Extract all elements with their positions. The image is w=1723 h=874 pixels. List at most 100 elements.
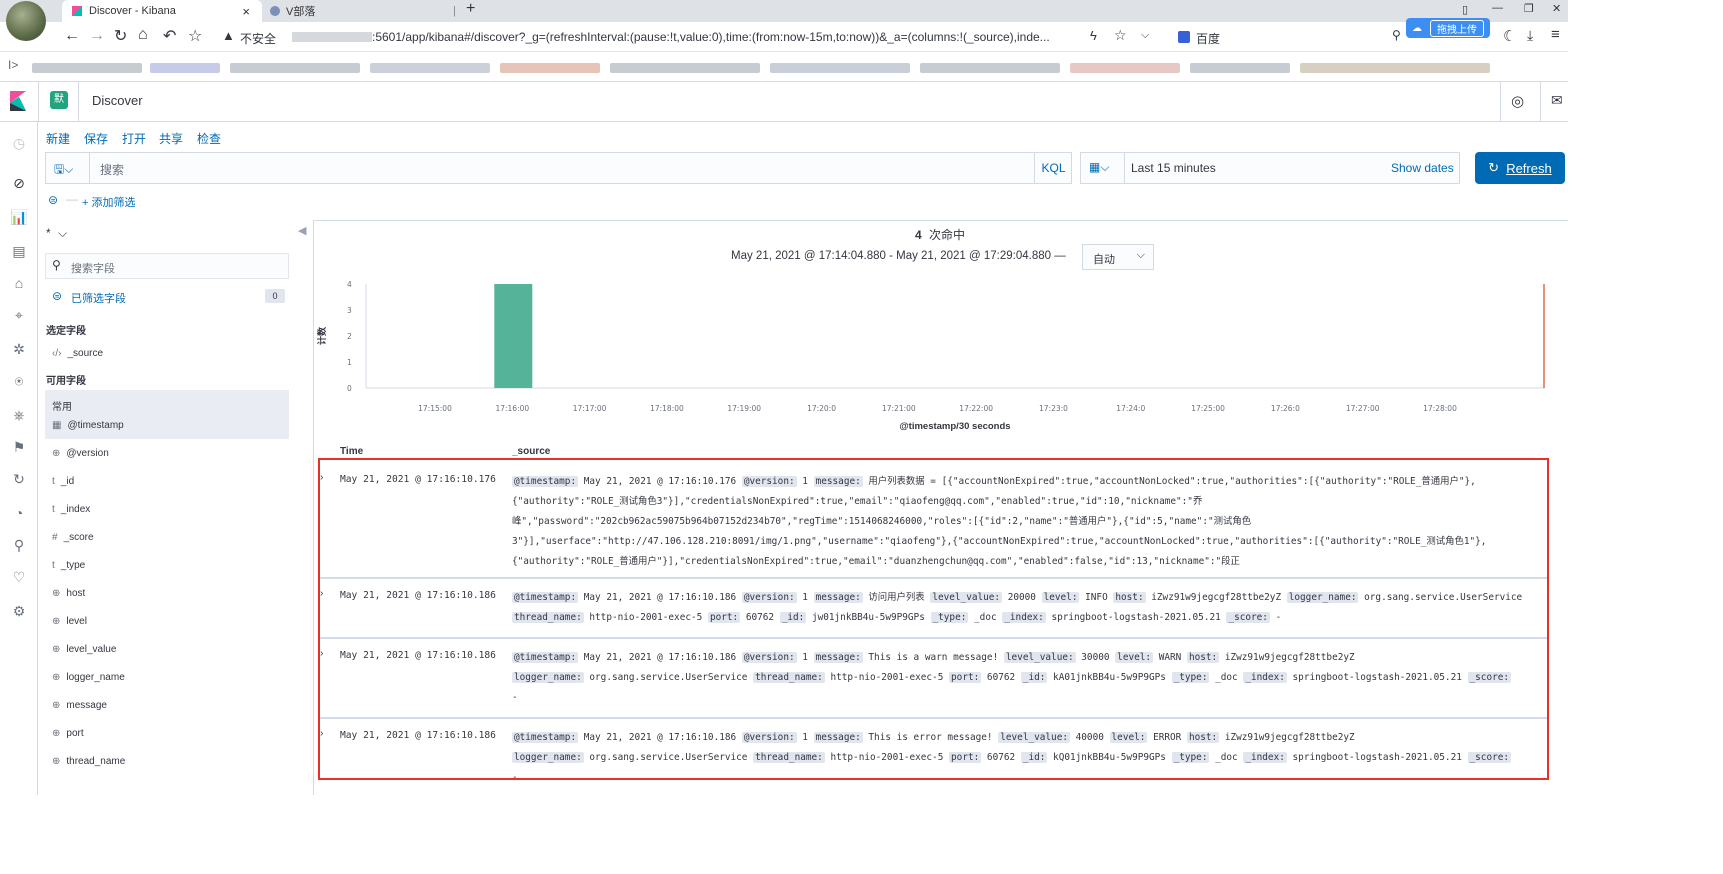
bookmark-star-icon[interactable]: ☆ (188, 26, 202, 46)
show-dates-link[interactable]: Show dates (1391, 161, 1454, 175)
field-item[interactable]: t _index (52, 504, 90, 515)
favorite-star-icon[interactable]: ☆ (1114, 27, 1127, 44)
chevron-down-icon[interactable]: ⌵ (1141, 29, 1149, 42)
menu-open[interactable]: 打开 (122, 130, 146, 147)
field-type-icon: ⊕ (52, 672, 61, 683)
dashboard-icon[interactable]: ▤ (10, 242, 28, 260)
filtered-fields-toggle[interactable]: 已筛选字段 (71, 290, 126, 306)
bookmark-blurred[interactable] (770, 63, 910, 73)
query-input[interactable]: 搜索 (100, 161, 1030, 178)
field-item[interactable]: ⊕ host (52, 588, 85, 599)
bookmarks-toggle-icon[interactable]: I> (8, 58, 18, 72)
monitoring-icon[interactable]: ⚲ (10, 536, 28, 554)
interval-select[interactable]: 自动 ⌵ (1082, 244, 1154, 270)
download-icon[interactable]: ⤓ (1527, 27, 1533, 44)
field-item[interactable]: ⊕ logger_name (52, 672, 125, 683)
window-restore-icon[interactable]: ▯ (1462, 3, 1468, 16)
filter-options-icon[interactable]: ⊜ (48, 193, 58, 207)
mail-icon[interactable]: ✉ (1551, 92, 1563, 109)
bookmark-blurred[interactable] (1190, 63, 1290, 73)
bookmark-blurred[interactable] (500, 63, 600, 73)
help-icon[interactable]: ◎ (1511, 92, 1524, 110)
field-type-icon: t (52, 560, 55, 571)
bookmark-blurred[interactable] (32, 63, 142, 73)
recently-viewed-icon[interactable]: ◷ (10, 134, 28, 152)
profile-avatar[interactable] (6, 1, 46, 41)
date-range-label[interactable]: Last 15 minutes (1131, 161, 1216, 175)
menu-save[interactable]: 保存 (84, 130, 108, 147)
kibana-logo-icon[interactable] (10, 91, 26, 111)
column-header-time[interactable]: Time (340, 446, 363, 457)
browser-toolbar: ← → ↻ ⌂ ↶ ☆ ▲ 不安全 :5601/app/kibana#/disc… (0, 18, 1568, 52)
tab-title: V部落 (286, 6, 316, 18)
tab-v-buluo[interactable]: V部落 | (266, 0, 456, 22)
field-item[interactable]: ⊕ port (52, 728, 84, 739)
tab-discover-kibana[interactable]: Discover - Kibana × (62, 0, 262, 22)
canvas-icon[interactable]: ⌂ (10, 274, 28, 292)
moon-icon[interactable]: ☾ (1503, 27, 1516, 45)
field-timestamp[interactable]: ▦ @timestamp (52, 420, 124, 431)
new-tab-button[interactable]: + (466, 0, 475, 18)
kql-button[interactable]: KQL (1034, 153, 1072, 183)
window-minimize-icon[interactable]: — (1492, 2, 1503, 14)
column-header-source[interactable]: _source (512, 446, 550, 457)
field-item[interactable]: t _id (52, 476, 74, 487)
field-item[interactable]: ⊕ thread_name (52, 756, 125, 767)
discover-icon[interactable]: ⊘ (10, 174, 28, 192)
saved-query-button[interactable]: 🖫⌵ (46, 153, 90, 183)
url-input[interactable]: :5601/app/kibana#/discover?_g=(refreshIn… (372, 30, 1072, 44)
security-label[interactable]: 不安全 (240, 30, 276, 47)
window-close-icon[interactable]: ✕ (1552, 2, 1561, 15)
calendar-quick-menu[interactable]: ▦⌵ (1081, 153, 1125, 183)
infrastructure-icon[interactable]: ⍟ (10, 372, 28, 390)
menu-inspect[interactable]: 检查 (197, 130, 221, 147)
home-icon[interactable]: ⌂ (138, 26, 148, 44)
menu-share[interactable]: 共享 (159, 130, 183, 147)
field-item[interactable]: ⊕ @version (52, 448, 109, 459)
filter-fields-icon[interactable]: ⊜ (52, 289, 62, 303)
refresh-button[interactable]: ↻ Refresh (1475, 152, 1565, 184)
field-item[interactable]: t _type (52, 560, 85, 571)
undo-icon[interactable]: ↶ (163, 26, 176, 46)
bookmark-blurred[interactable] (920, 63, 1060, 73)
space-badge[interactable]: 默 (50, 91, 68, 109)
code-icon: ‹/› (52, 348, 62, 359)
field-search[interactable]: ⚲ 搜索字段 (45, 253, 289, 279)
search-engine-label[interactable]: 百度 (1196, 30, 1220, 47)
window-maximize-icon[interactable]: ❐ (1524, 2, 1534, 15)
settings-gear-icon[interactable]: ⚙ (10, 602, 28, 620)
field-item[interactable]: ⊕ level (52, 616, 87, 627)
bookmark-blurred[interactable] (230, 63, 360, 73)
forward-icon[interactable]: → (89, 27, 105, 45)
upload-pill[interactable]: ☁ 拖拽上传 (1406, 18, 1490, 38)
heartbeat-icon[interactable]: ♡ (10, 568, 28, 586)
add-filter-link[interactable]: + 添加筛选 (82, 194, 135, 210)
logs-icon[interactable]: ⎈ (10, 406, 28, 424)
bookmark-blurred[interactable] (150, 63, 220, 73)
field-source[interactable]: ‹/› _source (52, 348, 103, 359)
maps-icon[interactable]: ⌖ (10, 306, 28, 324)
visualize-icon[interactable]: 📊 (10, 208, 28, 226)
field-search-input: 搜索字段 (71, 263, 115, 275)
uptime-icon[interactable]: ↻ (10, 470, 28, 488)
tab-close-icon[interactable]: × (242, 4, 250, 19)
lightning-icon[interactable]: ϟ (1090, 28, 1097, 43)
bookmark-blurred[interactable] (1300, 63, 1490, 73)
field-item[interactable]: ⊕ level_value (52, 644, 116, 655)
menu-new[interactable]: 新建 (46, 130, 70, 147)
bookmark-blurred[interactable] (370, 63, 490, 73)
bookmark-blurred[interactable] (1070, 63, 1180, 73)
search-icon[interactable]: ⚲ (1392, 28, 1401, 42)
globe-icon (270, 6, 280, 16)
field-item[interactable]: ⊕ message (52, 700, 107, 711)
x-tick-label: 17:28:00 (1423, 404, 1457, 413)
ml-icon[interactable]: ✲ (10, 340, 28, 358)
histogram-bar[interactable] (494, 284, 533, 388)
dev-tools-icon[interactable]: ◔ (10, 504, 28, 522)
back-icon[interactable]: ← (64, 27, 80, 45)
bookmark-blurred[interactable] (610, 63, 760, 73)
reload-icon[interactable]: ↻ (114, 26, 127, 46)
menu-icon[interactable]: ≡ (1551, 26, 1560, 43)
field-item[interactable]: # _score (52, 532, 94, 543)
apm-icon[interactable]: ⚑ (10, 438, 28, 456)
